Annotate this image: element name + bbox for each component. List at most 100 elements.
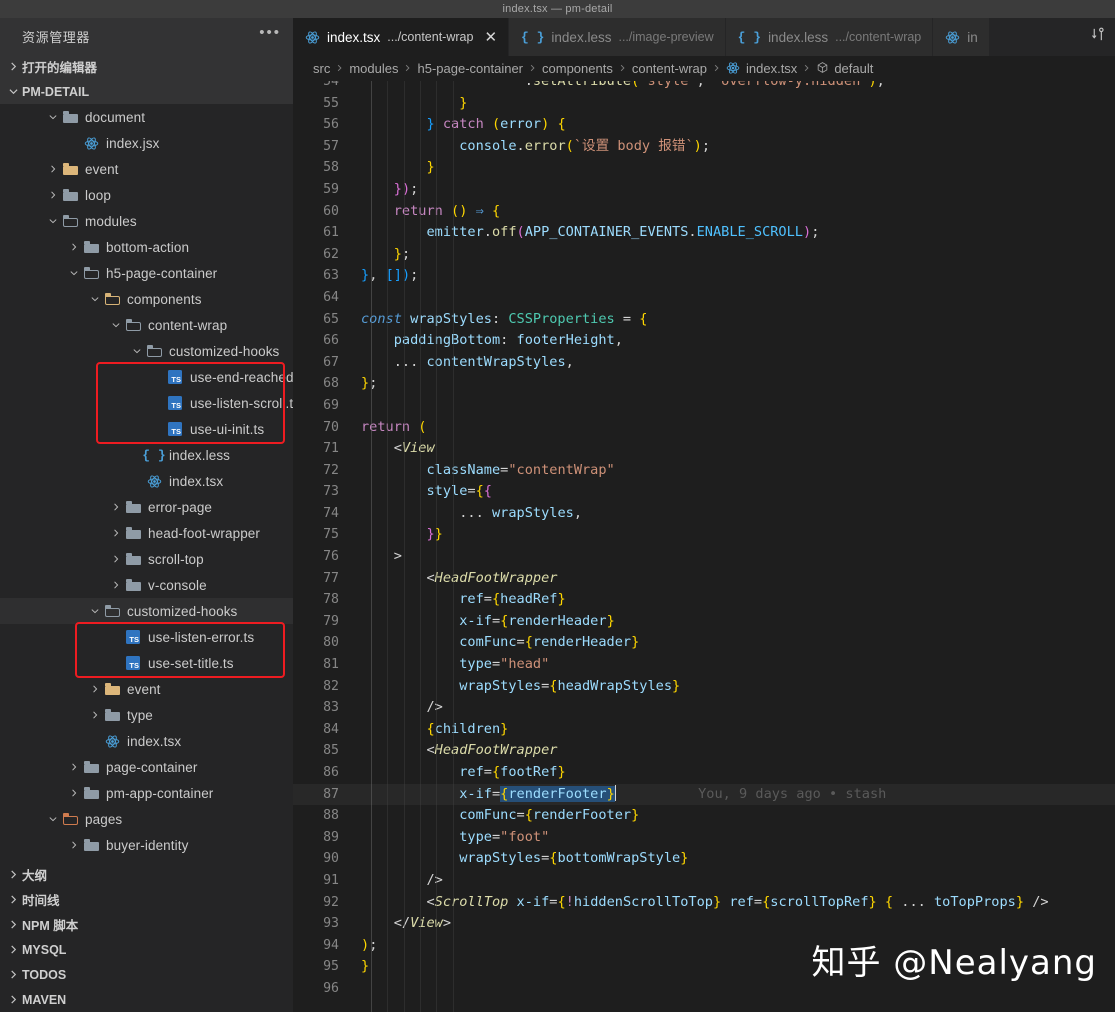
tree-item-use-listen-error-ts[interactable]: TS use-listen-error.ts — [0, 624, 293, 650]
code-line-91[interactable]: 91 /> — [293, 870, 1115, 892]
code-line-63[interactable]: 63}, []); — [293, 265, 1115, 287]
chevron-right-icon[interactable] — [109, 503, 123, 511]
code-line-55[interactable]: 55 } — [293, 93, 1115, 115]
code-line-89[interactable]: 89 type="foot" — [293, 827, 1115, 849]
sidebar-section--[interactable]: 大纲 — [0, 862, 293, 887]
code-line-84[interactable]: 84 {children} — [293, 719, 1115, 741]
breadcrumb-item-modules[interactable]: modules — [349, 61, 398, 76]
chevron-right-icon[interactable] — [67, 243, 81, 251]
chevron-right-icon[interactable] — [109, 555, 123, 563]
tree-item-use-set-title-ts[interactable]: TS use-set-title.ts — [0, 650, 293, 676]
code-line-94[interactable]: 94); — [293, 935, 1115, 957]
tree-item-v-console[interactable]: v-console — [0, 572, 293, 598]
tree-item-pm-app-container[interactable]: pm-app-container — [0, 780, 293, 806]
tree-item-index-jsx[interactable]: index.jsx — [0, 130, 293, 156]
tree-item-customized-hooks[interactable]: customized-hooks — [0, 338, 293, 364]
tree-item-use-end-reached-ts[interactable]: TS use-end-reached.ts — [0, 364, 293, 390]
sidebar-section--[interactable]: 时间线 — [0, 887, 293, 912]
code-line-58[interactable]: 58 } — [293, 157, 1115, 179]
breadcrumb-item-index-tsx[interactable]: index.tsx — [726, 61, 797, 76]
sidebar-section-todos[interactable]: TODOS — [0, 962, 293, 987]
breadcrumb[interactable]: src modules h5-page-container components con… — [293, 56, 1115, 81]
chevron-down-icon[interactable] — [67, 269, 81, 277]
code-line-65[interactable]: 65 const wrapStyles: CSSProperties = { — [293, 309, 1115, 331]
code-line-61[interactable]: 61 emitter.off(APP_CONTAINER_EVENTS.ENAB… — [293, 222, 1115, 244]
file-tree[interactable]: document index.jsx event loop modules bottom-… — [0, 104, 293, 862]
sidebar-item-open-editors[interactable]: 打开的编辑器 — [0, 54, 293, 79]
code-line-87[interactable]: 87 x-if={renderFooter} You, 9 days ago •… — [293, 783, 1115, 806]
code-line-57[interactable]: 57 console.error(`设置 body 报错`); — [293, 136, 1115, 158]
code-line-77[interactable]: 77 <HeadFootWrapper — [293, 568, 1115, 590]
code-line-72[interactable]: 72 className="contentWrap" — [293, 460, 1115, 482]
code-line-75[interactable]: 75 }} — [293, 524, 1115, 546]
tree-item-buyer-identity[interactable]: buyer-identity — [0, 832, 293, 858]
chevron-down-icon[interactable] — [46, 113, 60, 121]
tree-item-error-page[interactable]: error-page — [0, 494, 293, 520]
tree-item-index-tsx[interactable]: index.tsx — [0, 728, 293, 754]
chevron-down-icon[interactable] — [130, 347, 144, 355]
tree-item-type[interactable]: type — [0, 702, 293, 728]
sidebar-item-project-root[interactable]: PM-DETAIL — [0, 79, 293, 104]
code-line-60[interactable]: 60 return () ⇒ { — [293, 201, 1115, 223]
chevron-right-icon[interactable] — [46, 165, 60, 173]
chevron-right-icon[interactable] — [46, 191, 60, 199]
code-line-70[interactable]: 70 return ( — [293, 417, 1115, 439]
code-line-64[interactable]: 64 — [293, 287, 1115, 309]
code-line-83[interactable]: 83 /> — [293, 697, 1115, 719]
editor-actions[interactable] — [1082, 18, 1115, 56]
chevron-right-icon[interactable] — [67, 841, 81, 849]
code-line-78[interactable]: 78 ref={headRef} — [293, 589, 1115, 611]
breadcrumb-item-default[interactable]: default — [816, 61, 873, 77]
code-line-82[interactable]: 82 wrapStyles={headWrapStyles} — [293, 676, 1115, 698]
editor-tab-0[interactable]: index.tsx .../content-wrap ✕ — [293, 18, 510, 56]
editor-tab-1[interactable]: { } index.less .../image-preview — [509, 18, 726, 56]
code-line-93[interactable]: 93 </View> — [293, 913, 1115, 935]
code-line-74[interactable]: 74 ... wrapStyles, — [293, 503, 1115, 525]
code-line-88[interactable]: 88 comFunc={renderFooter} — [293, 805, 1115, 827]
chevron-right-icon[interactable] — [109, 529, 123, 537]
code-line-56[interactable]: 56 } catch (error) { — [293, 114, 1115, 136]
chevron-right-icon[interactable] — [67, 763, 81, 771]
tree-item-h5-page-container[interactable]: h5-page-container — [0, 260, 293, 286]
chevron-down-icon[interactable] — [88, 607, 102, 615]
code-line-95[interactable]: 95} — [293, 956, 1115, 978]
tree-item-event[interactable]: event — [0, 676, 293, 702]
code-line-80[interactable]: 80 comFunc={renderHeader} — [293, 632, 1115, 654]
tree-item-loop[interactable]: loop — [0, 182, 293, 208]
editor-tab-bar[interactable]: index.tsx .../content-wrap ✕ { } index.less.… — [293, 18, 1115, 56]
chevron-down-icon[interactable] — [46, 815, 60, 823]
tree-item-event[interactable]: event — [0, 156, 293, 182]
code-line-81[interactable]: 81 type="head" — [293, 654, 1115, 676]
tree-item-use-listen-scroll-ts[interactable]: TS use-listen-scroll.ts — [0, 390, 293, 416]
tree-item-use-ui-init-ts[interactable]: TS use-ui-init.ts — [0, 416, 293, 442]
chevron-right-icon[interactable] — [88, 711, 102, 719]
code-line-71[interactable]: 71 <View — [293, 438, 1115, 460]
tree-item-head-foot-wrapper[interactable]: head-foot-wrapper — [0, 520, 293, 546]
chevron-down-icon[interactable] — [46, 217, 60, 225]
chevron-right-icon[interactable] — [109, 581, 123, 589]
breadcrumb-item-src[interactable]: src — [313, 61, 330, 76]
code-line-59[interactable]: 59 }); — [293, 179, 1115, 201]
code-line-54[interactable]: 54 .setAttribute("style", "overflow-y:hi… — [293, 81, 1115, 93]
code-line-85[interactable]: 85 <HeadFootWrapper — [293, 740, 1115, 762]
code-line-66[interactable]: 66 paddingBottom: footerHeight, — [293, 330, 1115, 352]
tree-item-pages[interactable]: pages — [0, 806, 293, 832]
close-icon[interactable]: ✕ — [484, 30, 497, 45]
code-line-90[interactable]: 90 wrapStyles={bottomWrapStyle} — [293, 848, 1115, 870]
chevron-down-icon[interactable] — [109, 321, 123, 329]
editor-tab-3[interactable]: in — [933, 18, 990, 56]
code-line-73[interactable]: 73 style={{ — [293, 481, 1115, 503]
sidebar-section-mysql[interactable]: MYSQL — [0, 937, 293, 962]
tree-item-scroll-top[interactable]: scroll-top — [0, 546, 293, 572]
chevron-right-icon[interactable] — [88, 685, 102, 693]
code-line-92[interactable]: 92 <ScrollTop x-if={!hiddenScrollToTop} … — [293, 892, 1115, 914]
sidebar-section-npm-[interactable]: NPM 脚本 — [0, 912, 293, 937]
code-line-79[interactable]: 79 x-if={renderHeader} — [293, 611, 1115, 633]
code-line-62[interactable]: 62 }; — [293, 244, 1115, 266]
breadcrumb-item-components[interactable]: components — [542, 61, 613, 76]
breadcrumb-item-h5-page-container[interactable]: h5-page-container — [417, 61, 523, 76]
editor-tab-2[interactable]: { } index.less .../content-wrap — [725, 18, 934, 56]
code-line-86[interactable]: 86 ref={footRef} — [293, 762, 1115, 784]
ellipsis-icon[interactable]: ••• — [259, 25, 281, 44]
chevron-down-icon[interactable] — [88, 295, 102, 303]
